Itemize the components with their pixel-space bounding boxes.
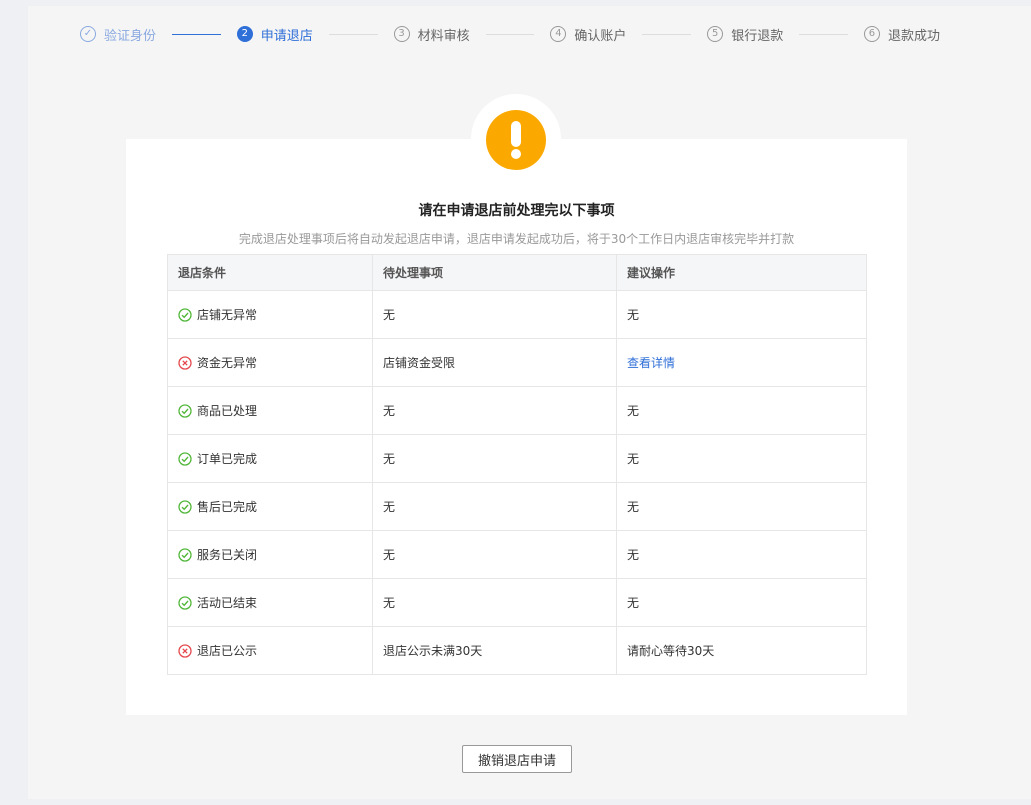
- condition-label: 订单已完成: [197, 452, 258, 466]
- condition-cell: 退店已公示: [167, 626, 373, 675]
- pending-item: 店铺资金受限: [383, 356, 456, 370]
- condition-label: 商品已处理: [197, 404, 258, 418]
- pending-cell: 无: [372, 482, 617, 531]
- step-connector: [172, 33, 221, 35]
- step-number: 2: [236, 26, 253, 42]
- check-circle-icon: [178, 451, 197, 466]
- check-icon: ✓: [80, 26, 96, 42]
- pending-cell: 退店公示未满30天: [372, 626, 617, 675]
- action-cell: 请耐心等待30天: [616, 626, 867, 675]
- pending-item: 退店公示未满30天: [383, 644, 483, 658]
- action-cell: 无: [616, 578, 867, 627]
- condition-cell: 订单已完成: [167, 434, 373, 483]
- condition-cell: 商品已处理: [167, 386, 373, 435]
- suggested-action: 无: [627, 308, 640, 322]
- condition-cell: 活动已结束: [167, 578, 373, 627]
- step-4: 4 确认账户: [550, 25, 626, 44]
- progress-steps: ✓ 验证身份 2 申请退店 3 材料审核 4 确认账户 5 银行退款 6 退款成功: [80, 20, 940, 48]
- step-label: 验证身份: [104, 28, 157, 44]
- step-2: 2 申请退店: [236, 25, 313, 44]
- action-cell: 无: [616, 434, 867, 483]
- step-5: 5 银行退款: [707, 25, 783, 44]
- step-connector: [485, 33, 535, 35]
- view-details-link[interactable]: 查看详情: [627, 356, 675, 370]
- check-circle-icon: [178, 595, 197, 610]
- step-label: 申请退店: [260, 28, 313, 44]
- suggested-action: 无: [627, 404, 640, 418]
- action-cell: 无: [616, 290, 867, 339]
- table-row: 订单已完成 无 无: [167, 434, 867, 483]
- warning-icon: [486, 110, 546, 170]
- card-title: 请在申请退店前处理完以下事项: [418, 203, 615, 219]
- action-cell: 无: [616, 530, 867, 579]
- condition-label: 资金无异常: [197, 356, 258, 370]
- action-cell: 查看详情: [616, 338, 867, 387]
- step-number: 3: [393, 26, 410, 42]
- table-row: 退店已公示 退店公示未满30天 请耐心等待30天: [167, 626, 867, 675]
- suggested-action: 无: [627, 548, 640, 562]
- step-number: 4: [550, 26, 567, 42]
- action-cell: 无: [616, 482, 867, 531]
- check-circle-icon: [178, 547, 197, 562]
- pending-item: 无: [383, 404, 396, 418]
- step-1: ✓ 验证身份: [80, 25, 156, 44]
- step-connector: [799, 33, 848, 35]
- check-circle-icon: [178, 307, 197, 322]
- requirements-table: 退店条件 待处理事项 建议操作 店铺无异常 无 无 资金无异常 店铺资金受限 查…: [167, 254, 867, 675]
- pending-cell: 无: [372, 530, 617, 579]
- header-pending: 待处理事项: [372, 254, 617, 291]
- condition-label: 退店已公示: [197, 644, 258, 658]
- pending-cell: 无: [372, 434, 617, 483]
- table-row: 售后已完成 无 无: [167, 482, 867, 531]
- condition-label: 活动已结束: [197, 596, 258, 610]
- table-row: 店铺无异常 无 无: [167, 290, 867, 339]
- step-label: 银行退款: [731, 28, 784, 44]
- pending-cell: 无: [372, 386, 617, 435]
- condition-cell: 售后已完成: [167, 482, 373, 531]
- step-connector: [328, 33, 378, 35]
- action-cell: 无: [616, 386, 867, 435]
- step-label: 材料审核: [417, 28, 470, 44]
- step-number: 6: [863, 26, 880, 42]
- step-3: 3 材料审核: [393, 25, 470, 44]
- pending-item: 无: [383, 500, 396, 514]
- step-6: 6 退款成功: [863, 25, 940, 44]
- check-circle-icon: [178, 403, 197, 418]
- condition-cell: 服务已关闭: [167, 530, 373, 579]
- pending-cell: 无: [372, 290, 617, 339]
- pending-item: 无: [383, 548, 396, 562]
- pending-item: 无: [383, 452, 396, 466]
- step-connector: [642, 33, 692, 35]
- condition-cell: 资金无异常: [167, 338, 373, 387]
- suggested-action: 无: [627, 500, 640, 514]
- pending-item: 无: [383, 308, 396, 322]
- check-circle-icon: [178, 499, 197, 514]
- table-row: 活动已结束 无 无: [167, 578, 867, 627]
- step-number: 5: [707, 26, 724, 42]
- header-action: 建议操作: [616, 254, 867, 291]
- suggested-action: 请耐心等待30天: [627, 644, 715, 658]
- condition-cell: 店铺无异常: [167, 290, 373, 339]
- suggested-action: 无: [627, 596, 640, 610]
- table-row: 资金无异常 店铺资金受限 查看详情: [167, 338, 867, 387]
- header-condition: 退店条件: [167, 254, 373, 291]
- table-header-row: 退店条件 待处理事项 建议操作: [167, 254, 867, 291]
- pending-item: 无: [383, 596, 396, 610]
- step-label: 确认账户: [574, 28, 627, 44]
- pending-cell: 店铺资金受限: [372, 338, 617, 387]
- cancel-application-button[interactable]: 撤销退店申请: [462, 745, 572, 773]
- table-row: 商品已处理 无 无: [167, 386, 867, 435]
- pending-cell: 无: [372, 578, 617, 627]
- table-row: 服务已关闭 无 无: [167, 530, 867, 579]
- error-circle-icon: [178, 643, 197, 658]
- step-label: 退款成功: [887, 28, 940, 44]
- card-subtitle: 完成退店处理事项后将自动发起退店申请，退店申请发起成功后，将于30个工作日内退店…: [238, 232, 795, 246]
- suggested-action: 无: [627, 452, 640, 466]
- condition-label: 店铺无异常: [197, 308, 258, 322]
- condition-label: 售后已完成: [197, 500, 258, 514]
- condition-label: 服务已关闭: [197, 548, 258, 562]
- error-circle-icon: [178, 355, 197, 370]
